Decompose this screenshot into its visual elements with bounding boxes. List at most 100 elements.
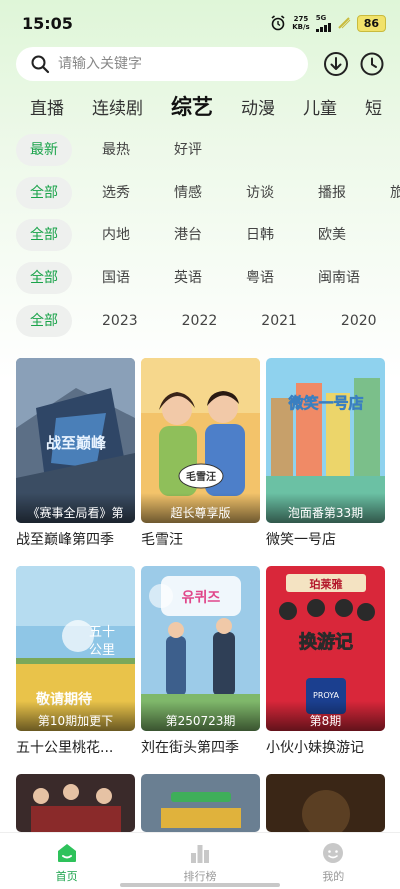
card-title: 微笑一号店 bbox=[266, 532, 336, 548]
network-speed-unit: KB/s bbox=[292, 23, 310, 31]
poster-caption: 第250723期 bbox=[141, 701, 260, 731]
filter-sort-rating[interactable]: 好评 bbox=[160, 134, 216, 166]
network-speed-value: 275 bbox=[293, 15, 309, 23]
poster-image: 珀莱雅 换游记 PROYA 第8期 bbox=[266, 566, 385, 731]
poster-caption: 第10期加更下 bbox=[16, 701, 135, 731]
filter-lang-english[interactable]: 英语 bbox=[160, 262, 216, 294]
svg-text:换游记: 换游记 bbox=[299, 631, 353, 653]
home-icon bbox=[57, 844, 76, 862]
filter-region-jpkr[interactable]: 日韩 bbox=[232, 219, 288, 251]
content-card[interactable]: 珀莱雅 换游记 PROYA 第8期 小伙小妹换游记 bbox=[266, 566, 385, 757]
filter-region-hktw[interactable]: 港台 bbox=[160, 219, 216, 251]
poster-caption: 泡面番第33期 bbox=[266, 493, 385, 523]
svg-text:微笑一号店: 微笑一号店 bbox=[287, 394, 363, 412]
nav-profile[interactable]: 我的 bbox=[267, 833, 400, 889]
poster-image bbox=[16, 774, 135, 832]
filter-region-all[interactable]: 全部 bbox=[16, 219, 72, 251]
filter-lang-all[interactable]: 全部 bbox=[16, 262, 72, 294]
filter-year-2023[interactable]: 2023 bbox=[88, 305, 152, 337]
nav-ranking-label: 排行榜 bbox=[183, 870, 217, 883]
tab-kids[interactable]: 儿童 bbox=[303, 90, 337, 126]
filter-lang-korean[interactable]: 韩语 bbox=[390, 262, 400, 294]
poster-image: 微笑一号店 泡面番第33期 bbox=[266, 358, 385, 523]
history-icon[interactable] bbox=[359, 51, 385, 77]
filter-year-all[interactable]: 全部 bbox=[16, 305, 72, 337]
nav-profile-label: 我的 bbox=[322, 870, 345, 883]
content-card[interactable]: 微笑一号店 泡面番第33期 微笑一号店 bbox=[266, 358, 385, 549]
filter-lang-minnan[interactable]: 闽南语 bbox=[304, 262, 374, 294]
svg-text:毛雪汪: 毛雪汪 bbox=[186, 470, 216, 483]
svg-text:PROYA: PROYA bbox=[313, 691, 340, 700]
svg-text:五十: 五十 bbox=[89, 625, 115, 640]
filter-year-2022[interactable]: 2022 bbox=[168, 305, 232, 337]
home-indicator[interactable] bbox=[120, 883, 280, 887]
signal-label: 5G bbox=[315, 13, 327, 22]
content-card[interactable] bbox=[266, 774, 385, 832]
filter-sort-latest[interactable]: 最新 bbox=[16, 134, 72, 166]
content-card[interactable]: 유퀴즈 第250723期 刘在街头第四季 bbox=[141, 566, 260, 757]
filter-row-year: 全部20232022202120202019 bbox=[16, 305, 400, 337]
filter-row-region: 全部 内地 港台 日韩 欧美 bbox=[16, 219, 400, 251]
battery-level: 86 bbox=[356, 14, 386, 32]
card-title: 刘在街头第四季 bbox=[141, 740, 239, 756]
filter-sort-hot[interactable]: 最热 bbox=[88, 134, 144, 166]
status-time: 15:05 bbox=[22, 13, 73, 33]
search-input[interactable] bbox=[58, 56, 278, 72]
svg-text:유퀴즈: 유퀴즈 bbox=[182, 589, 221, 606]
filter-genre-romance[interactable]: 情感 bbox=[160, 177, 216, 209]
filter-region-westeu[interactable]: 欧美 bbox=[304, 219, 360, 251]
filter-genre-news[interactable]: 播报 bbox=[304, 177, 360, 209]
poster-image: 유퀴즈 第250723期 bbox=[141, 566, 260, 731]
poster-caption: 第8期 bbox=[266, 701, 385, 731]
nav-home-label: 首页 bbox=[55, 870, 78, 883]
poster-image bbox=[141, 774, 260, 832]
poster-image: 战至巅峰 《赛事全局看》第 bbox=[16, 358, 135, 523]
download-icon[interactable] bbox=[323, 51, 349, 77]
tab-short[interactable]: 短 bbox=[365, 90, 382, 126]
ranking-icon bbox=[190, 845, 209, 863]
poster-image: 毛雪汪 超长尊享版 bbox=[141, 358, 260, 523]
tab-series[interactable]: 连续剧 bbox=[92, 90, 143, 126]
signal-bars-icon bbox=[315, 22, 331, 32]
filter-row-genre: 全部选秀情感访谈播报旅游音 bbox=[16, 177, 400, 209]
svg-text:珀莱雅: 珀莱雅 bbox=[310, 577, 343, 591]
bottom-nav: 首页 排行榜 我的 bbox=[0, 832, 400, 889]
poster-image: 五十 公里 敬请期待 第10期加更下 bbox=[16, 566, 135, 731]
nav-ranking[interactable]: 排行榜 bbox=[133, 833, 266, 889]
status-indicators: 275 KB/s 5G 86 bbox=[270, 13, 386, 32]
content-card[interactable] bbox=[141, 774, 260, 832]
poster-caption: 超长尊享版 bbox=[141, 493, 260, 523]
filter-region-mainland[interactable]: 内地 bbox=[88, 219, 144, 251]
card-title: 五十公里桃花... bbox=[16, 740, 114, 756]
filter-genre-interview[interactable]: 访谈 bbox=[232, 177, 288, 209]
alarm-icon bbox=[271, 15, 285, 31]
content-card[interactable] bbox=[16, 774, 135, 832]
search-row bbox=[16, 47, 386, 81]
filter-year-2021[interactable]: 2021 bbox=[247, 305, 311, 337]
card-title: 小伙小妹换游记 bbox=[266, 740, 364, 756]
status-bar: 15:05 275 KB/s 5G 86 bbox=[0, 0, 400, 46]
content-card[interactable]: 战至巅峰 《赛事全局看》第 战至巅峰第四季 bbox=[16, 358, 135, 549]
filter-genre-travel[interactable]: 旅游 bbox=[376, 177, 400, 209]
charging-icon bbox=[337, 17, 351, 29]
filter-genre-all[interactable]: 全部 bbox=[16, 177, 72, 209]
filter-lang-mandarin[interactable]: 国语 bbox=[88, 262, 144, 294]
poster-image bbox=[266, 774, 385, 832]
poster-caption: 《赛事全局看》第 bbox=[16, 493, 135, 523]
card-title: 毛雪汪 bbox=[141, 532, 183, 548]
content-card[interactable]: 毛雪汪 超长尊享版 毛雪汪 bbox=[141, 358, 260, 549]
search-box[interactable] bbox=[16, 47, 308, 81]
tab-anime[interactable]: 动漫 bbox=[241, 90, 275, 126]
tab-live[interactable]: 直播 bbox=[30, 90, 64, 126]
nav-home[interactable]: 首页 bbox=[0, 833, 133, 889]
filter-genre-talent[interactable]: 选秀 bbox=[88, 177, 144, 209]
network-speed: 275 KB/s bbox=[292, 15, 309, 31]
tab-variety[interactable]: 综艺 bbox=[171, 88, 213, 126]
search-icon bbox=[31, 55, 50, 74]
category-tabs: 直播 连续剧 综艺 动漫 儿童短 bbox=[0, 88, 400, 126]
filter-year-2020[interactable]: 2020 bbox=[327, 305, 391, 337]
signal-indicator: 5G bbox=[315, 13, 331, 32]
profile-icon bbox=[323, 843, 344, 863]
content-card[interactable]: 五十 公里 敬请期待 第10期加更下 五十公里桃花... bbox=[16, 566, 135, 757]
filter-lang-cantonese[interactable]: 粤语 bbox=[232, 262, 288, 294]
